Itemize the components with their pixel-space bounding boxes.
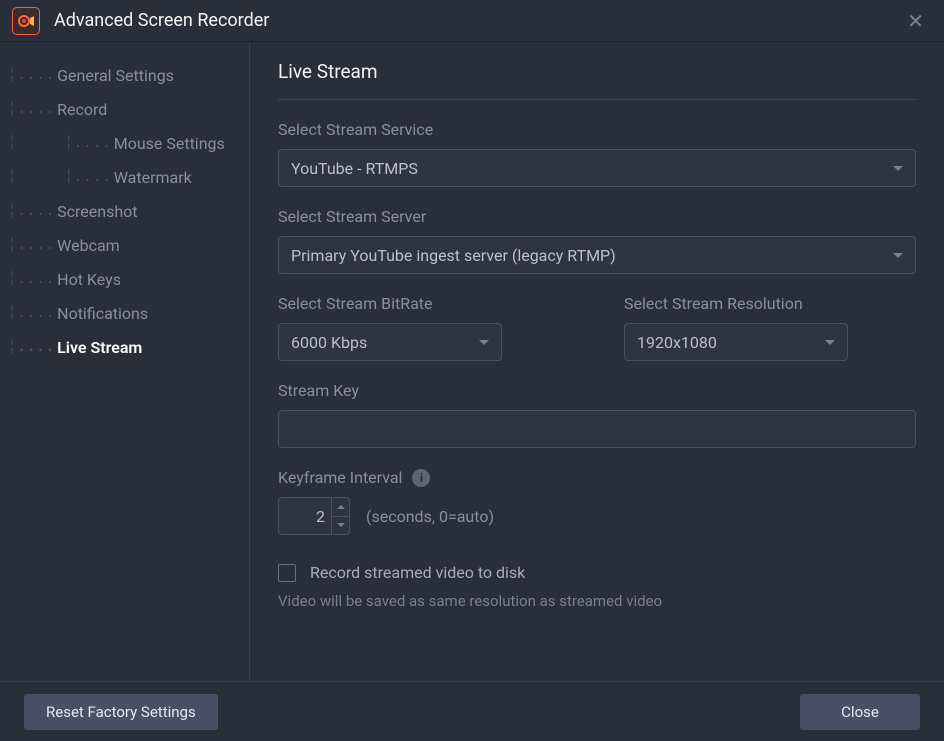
app-icon xyxy=(12,7,40,35)
chevron-down-icon xyxy=(825,340,835,345)
key-label: Stream Key xyxy=(278,381,916,400)
titlebar: Advanced Screen Recorder ✕ xyxy=(0,0,944,42)
server-label: Select Stream Server xyxy=(278,207,916,226)
resolution-select[interactable]: 1920x1080 xyxy=(624,323,848,361)
bitrate-label: Select Stream BitRate xyxy=(278,294,570,313)
service-value: YouTube - RTMPS xyxy=(291,159,418,178)
service-label: Select Stream Service xyxy=(278,120,916,139)
record-to-disk-checkbox[interactable] xyxy=(278,564,296,582)
sidebar-item-watermark[interactable]: ╎ ╎.... Watermark xyxy=(8,160,245,194)
stepper-up[interactable] xyxy=(332,498,349,517)
info-icon[interactable]: i xyxy=(412,469,430,487)
keyframe-stepper xyxy=(278,497,350,535)
sidebar-item-notifications[interactable]: ╎.... Notifications xyxy=(8,296,245,330)
resolution-value: 1920x1080 xyxy=(637,333,717,352)
record-to-disk-label[interactable]: Record streamed video to disk xyxy=(310,563,525,582)
chevron-down-icon xyxy=(893,253,903,258)
footer: Reset Factory Settings Close xyxy=(0,681,944,741)
bitrate-select[interactable]: 6000 Kbps xyxy=(278,323,502,361)
close-icon[interactable]: ✕ xyxy=(899,5,932,37)
keyframe-label: Keyframe Interval i xyxy=(278,468,916,487)
main-panel: Live Stream Select Stream Service YouTub… xyxy=(250,42,944,681)
chevron-down-icon xyxy=(893,166,903,171)
sidebar-item-screenshot[interactable]: ╎.... Screenshot xyxy=(8,194,245,228)
sidebar-item-general[interactable]: ╎.... General Settings xyxy=(8,58,245,92)
key-input[interactable] xyxy=(291,420,903,439)
sidebar-item-record[interactable]: ╎.... Record xyxy=(8,92,245,126)
sidebar-item-livestream[interactable]: ╎.... Live Stream xyxy=(8,330,245,364)
keyframe-input[interactable] xyxy=(279,498,331,534)
service-select[interactable]: YouTube - RTMPS xyxy=(278,149,916,187)
chevron-down-icon xyxy=(479,340,489,345)
page-title: Live Stream xyxy=(278,60,916,100)
resolution-label: Select Stream Resolution xyxy=(624,294,916,313)
sidebar-item-hotkeys[interactable]: ╎.... Hot Keys xyxy=(8,262,245,296)
app-title: Advanced Screen Recorder xyxy=(54,10,899,31)
key-input-wrap xyxy=(278,410,916,448)
server-value: Primary YouTube ingest server (legacy RT… xyxy=(291,246,616,265)
server-select[interactable]: Primary YouTube ingest server (legacy RT… xyxy=(278,236,916,274)
record-to-disk-hint: Video will be saved as same resolution a… xyxy=(278,592,916,610)
bitrate-value: 6000 Kbps xyxy=(291,333,367,352)
reset-button[interactable]: Reset Factory Settings xyxy=(24,694,218,730)
keyframe-hint: (seconds, 0=auto) xyxy=(366,507,494,526)
stepper-down[interactable] xyxy=(332,517,349,535)
sidebar-item-mouse[interactable]: ╎ ╎.... Mouse Settings xyxy=(8,126,245,160)
close-button[interactable]: Close xyxy=(800,694,920,730)
sidebar-item-webcam[interactable]: ╎.... Webcam xyxy=(8,228,245,262)
sidebar: ╎.... General Settings ╎.... Record ╎ ╎.… xyxy=(0,42,250,681)
